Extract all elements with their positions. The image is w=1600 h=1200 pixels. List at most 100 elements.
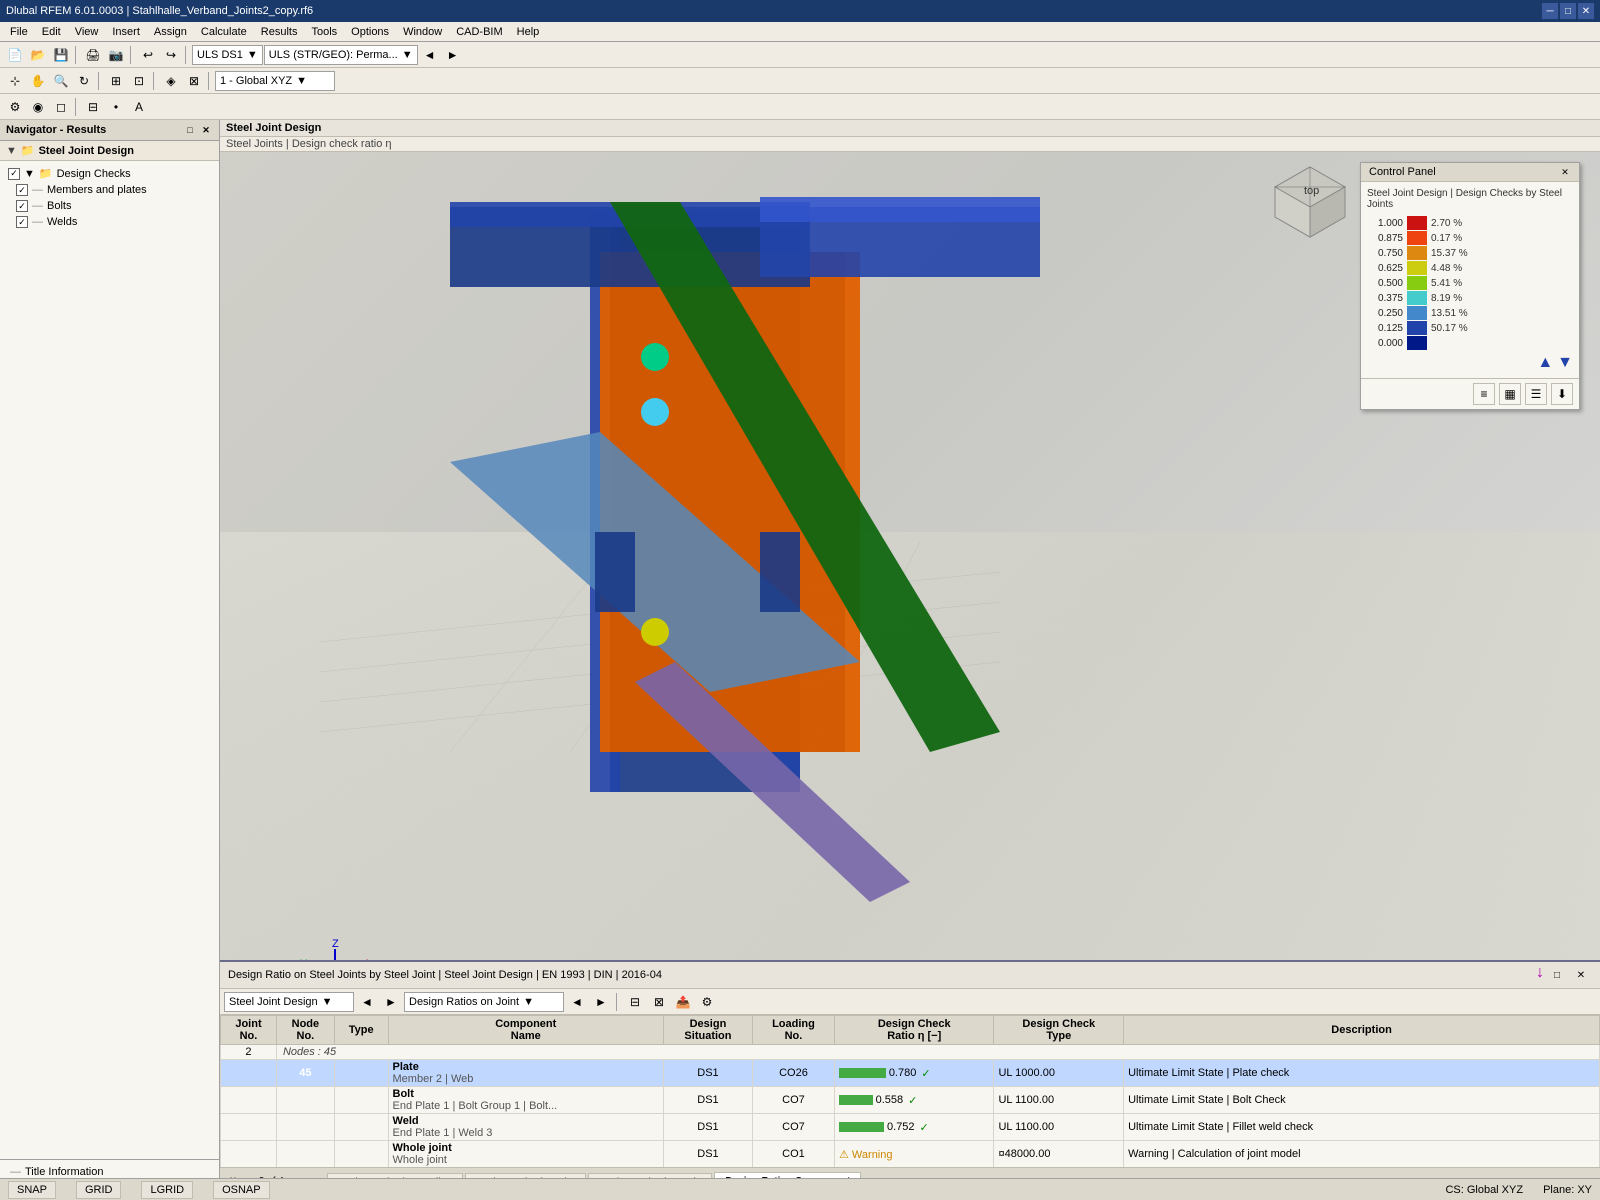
zoom-sel-button[interactable]: ⊡ — [128, 70, 150, 92]
cp-close-button[interactable]: ✕ — [1559, 166, 1571, 178]
members-button[interactable]: ⊟ — [82, 96, 104, 118]
menu-cad-bim[interactable]: CAD-BIM — [450, 25, 508, 39]
undo-button[interactable]: ↩ — [137, 44, 159, 66]
cp-bar-button[interactable]: ▦ — [1499, 383, 1521, 405]
cp-scroll-down[interactable]: ▼ — [1557, 354, 1573, 372]
bp-sort-button[interactable]: ⊠ — [648, 991, 670, 1013]
bp-prev-button[interactable]: ◄ — [356, 991, 378, 1013]
table-row[interactable]: WeldEnd Plate 1 | Weld 3 DS1 CO7 0.752✓ … — [221, 1114, 1600, 1141]
wireframe-button[interactable]: ◻ — [50, 96, 72, 118]
redo-button[interactable]: ↪ — [160, 44, 182, 66]
print-button[interactable]: 🖨 — [82, 44, 104, 66]
save-button[interactable]: 💾 — [50, 44, 72, 66]
type-cell — [334, 1060, 388, 1087]
cs-dropdown[interactable]: 1 - Global XYZ ▼ — [215, 71, 335, 91]
component-name: WeldEnd Plate 1 | Weld 3 — [388, 1114, 663, 1141]
bp-result-next[interactable]: ► — [590, 991, 612, 1013]
maximize-button[interactable]: □ — [1560, 3, 1576, 19]
th-check-type: Design CheckType — [994, 1016, 1124, 1045]
labels-button[interactable]: Α — [128, 96, 150, 118]
menu-edit[interactable]: Edit — [36, 25, 67, 39]
cp-content: Steel Joint Design | Design Checks by St… — [1361, 182, 1579, 378]
bottom-panel-arrow[interactable]: ↓ — [1536, 964, 1544, 986]
toolbar-sep-2 — [130, 46, 134, 64]
menu-file[interactable]: File — [4, 25, 34, 39]
legend-row-4: 0.500 5.41 % — [1367, 276, 1573, 290]
menu-view[interactable]: View — [69, 25, 105, 39]
menu-results[interactable]: Results — [255, 25, 304, 39]
bp-result-prev[interactable]: ◄ — [566, 991, 588, 1013]
members-plates-checkbox[interactable] — [16, 184, 28, 196]
close-button[interactable]: ✕ — [1578, 3, 1594, 19]
lgrid-button[interactable]: LGRID — [141, 1181, 193, 1199]
grid-button[interactable]: GRID — [76, 1181, 122, 1199]
menu-calculate[interactable]: Calculate — [195, 25, 253, 39]
open-button[interactable]: 📂 — [27, 44, 49, 66]
nav-float-button[interactable]: □ — [183, 123, 197, 137]
design-checks-checkbox[interactable] — [8, 168, 20, 180]
bp-settings-button[interactable]: ⚙ — [696, 991, 718, 1013]
zoom-button[interactable]: 🔍 — [50, 70, 72, 92]
snap-button[interactable]: SNAP — [8, 1181, 56, 1199]
bp-float-button[interactable]: □ — [1546, 964, 1568, 986]
nav-close-button[interactable]: ✕ — [199, 123, 213, 137]
check-type: UL 1100.00 — [994, 1087, 1124, 1114]
bp-next-button[interactable]: ► — [380, 991, 402, 1013]
cube-navigator[interactable]: top — [1270, 162, 1350, 242]
rotate-button[interactable]: ↻ — [73, 70, 95, 92]
nav-members-plates[interactable]: — Members and plates — [12, 182, 215, 198]
menu-options[interactable]: Options — [345, 25, 395, 39]
prev-lc-button[interactable]: ◄ — [419, 44, 441, 66]
legend-row-0: 1.000 2.70 % — [1367, 216, 1573, 230]
cp-scroll-up[interactable]: ▲ — [1537, 354, 1553, 372]
table-row[interactable]: Whole jointWhole joint DS1 CO1 ⚠ Warning… — [221, 1141, 1600, 1168]
pan-button[interactable]: ✋ — [27, 70, 49, 92]
nav-bolts[interactable]: — Bolts — [12, 198, 215, 214]
bp-module-dropdown[interactable]: Steel Joint Design ▼ — [224, 992, 354, 1012]
render-button[interactable]: ◉ — [27, 96, 49, 118]
menu-help[interactable]: Help — [511, 25, 546, 39]
dash-icon-3: — — [32, 216, 43, 228]
cp-table-button[interactable]: ≡ — [1473, 383, 1495, 405]
bp-filter-button[interactable]: ⊟ — [624, 991, 646, 1013]
th-loading: LoadingNo. — [752, 1016, 834, 1045]
bp-export-button[interactable]: 📤 — [672, 991, 694, 1013]
joint-no — [221, 1114, 277, 1141]
menu-insert[interactable]: Insert — [106, 25, 146, 39]
select-button[interactable]: ⊹ — [4, 70, 26, 92]
component-name: Whole jointWhole joint — [388, 1141, 663, 1168]
bp-result-dropdown[interactable]: Design Ratios on Joint ▼ — [404, 992, 564, 1012]
nav-design-checks[interactable]: ▼ 📁 Design Checks — [4, 165, 215, 182]
nodes-button[interactable]: • — [105, 96, 127, 118]
next-lc-button[interactable]: ► — [442, 44, 464, 66]
bp-close-button[interactable]: ✕ — [1570, 964, 1592, 986]
display-options-button[interactable]: ⚙ — [4, 96, 26, 118]
view-3d-button[interactable]: ◈ — [160, 70, 182, 92]
new-button[interactable]: 📄 — [4, 44, 26, 66]
bolts-checkbox[interactable] — [16, 200, 28, 212]
cp-list-button[interactable]: ☰ — [1525, 383, 1547, 405]
menu-assign[interactable]: Assign — [148, 25, 193, 39]
nav-welds[interactable]: — Welds — [12, 214, 215, 230]
node-no — [276, 1087, 334, 1114]
table-row[interactable]: BoltEnd Plate 1 | Bolt Group 1 | Bolt...… — [221, 1087, 1600, 1114]
view-xy-button[interactable]: ⊠ — [183, 70, 205, 92]
nav-group: — Members and plates — Bolts — Welds — [4, 182, 215, 230]
minimize-button[interactable]: ─ — [1542, 3, 1558, 19]
cp-scroll: ▲ ▼ — [1367, 354, 1573, 372]
sep-t3-1 — [75, 98, 79, 116]
welds-checkbox[interactable] — [16, 216, 28, 228]
component-name: BoltEnd Plate 1 | Bolt Group 1 | Bolt... — [388, 1087, 663, 1114]
ratio-cell: 0.780✓ — [835, 1060, 994, 1087]
screenshot-button[interactable]: 📷 — [105, 44, 127, 66]
load-case-dropdown[interactable]: ULS DS1 ▼ — [192, 45, 263, 65]
load-combo-dropdown[interactable]: ULS (STR/GEO): Perma... ▼ — [264, 45, 418, 65]
menu-window[interactable]: Window — [397, 25, 448, 39]
cp-export-button[interactable]: ⬇ — [1551, 383, 1573, 405]
zoom-all-button[interactable]: ⊞ — [105, 70, 127, 92]
menu-tools[interactable]: Tools — [305, 25, 343, 39]
osnap-button[interactable]: OSNAP — [213, 1181, 270, 1199]
bp-table-container[interactable]: JointNo. NodeNo. Type ComponentName Desi… — [220, 1015, 1600, 1167]
component-name: PlateMember 2 | Web — [388, 1060, 663, 1087]
table-row[interactable]: 45 PlateMember 2 | Web DS1 CO26 0.780✓ U… — [221, 1060, 1600, 1087]
